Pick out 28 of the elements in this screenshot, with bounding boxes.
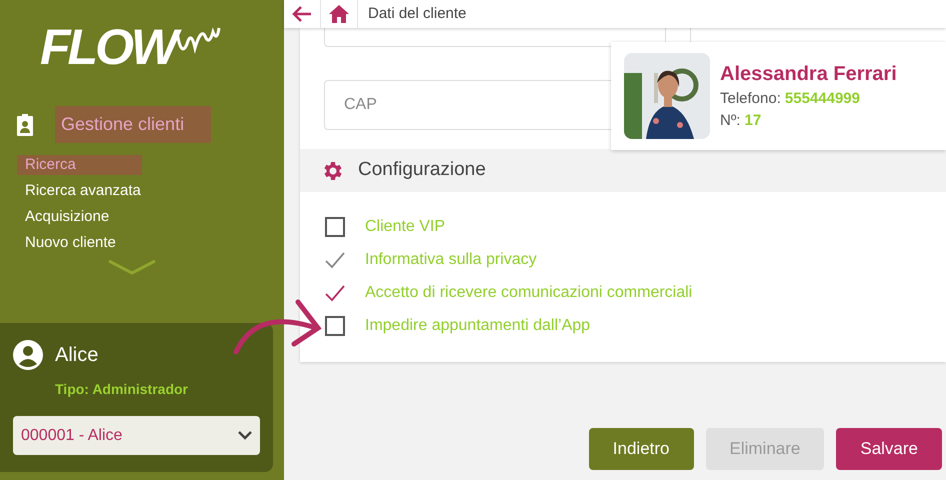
menu-item[interactable]: Ricerca: [17, 155, 142, 175]
phone-label: Telefono:: [720, 89, 781, 109]
number-label: Nº:: [720, 111, 740, 131]
checkbox[interactable]: [325, 316, 345, 336]
chevron-down-icon: [238, 431, 252, 440]
page-title: Dati del cliente: [368, 4, 466, 24]
user-icon: [13, 340, 43, 370]
client-number: 17: [744, 111, 762, 131]
menu-item[interactable]: Nuovo cliente: [17, 233, 142, 253]
checkbox-label: Accetto di ricevere comunicazioni commerciali: [365, 283, 692, 303]
home-icon[interactable]: [328, 4, 350, 24]
menu-section-title[interactable]: Gestione clienti: [55, 106, 211, 143]
phone-number: 555444999: [784, 89, 860, 109]
back-arrow-icon[interactable]: [291, 5, 313, 23]
client-name: Alessandra Ferrari: [720, 62, 897, 87]
checkbox[interactable]: [325, 217, 345, 237]
checkbox-label: Informativa sulla privacy: [365, 250, 537, 270]
save-button[interactable]: Salvare: [836, 428, 942, 470]
menu-item[interactable]: Acquisizione: [17, 207, 142, 227]
section-title: Configurazione: [358, 158, 486, 182]
back-button[interactable]: Indietro: [588, 428, 694, 470]
checkbox-label: Cliente VIP: [365, 217, 446, 237]
checkmark-icon[interactable]: [324, 284, 346, 302]
user-role: Tipo: Administrador: [55, 381, 188, 397]
user-name: Alice: [55, 343, 98, 368]
user-select[interactable]: 000001 - Alice: [13, 416, 260, 455]
menu-item[interactable]: Ricerca avanzata: [17, 181, 142, 201]
checkbox-label: Impedire appuntamenti dall’App: [365, 316, 590, 336]
